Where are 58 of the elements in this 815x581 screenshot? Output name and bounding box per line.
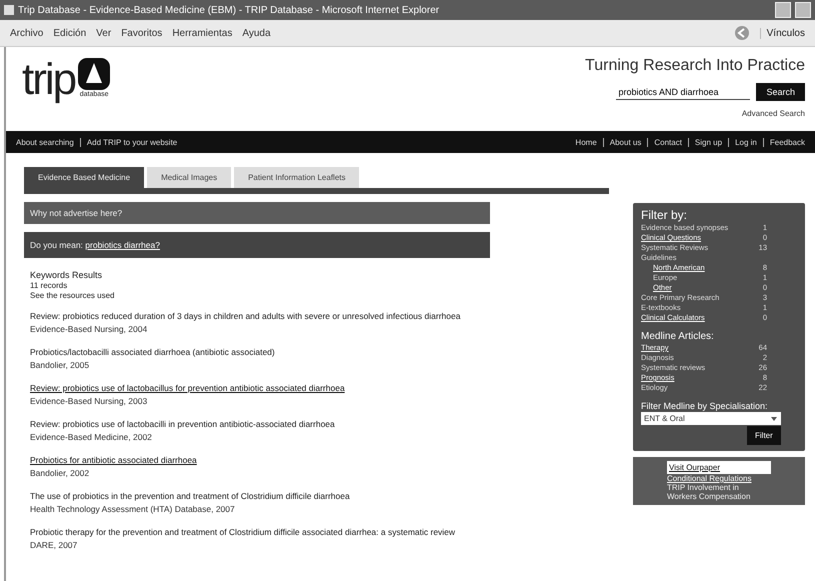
- tab[interactable]: Evidence Based Medicine: [24, 167, 144, 188]
- menu-item[interactable]: Favoritos: [121, 28, 162, 38]
- caret-icon: [770, 414, 778, 422]
- result-title[interactable]: Review: probiotics use of lactobacilli in prevention antibiotic-associated diarrhoea: [30, 418, 484, 431]
- tagline: Turning Research Into Practice: [585, 57, 805, 75]
- suggestion-link[interactable]: probiotics diarrhea?: [85, 240, 160, 250]
- medline-heading: Medline Articles:: [641, 331, 715, 342]
- result-source: Health Technology Assessment (HTA) Database, 2007: [30, 503, 236, 516]
- logo-text: trip: [22, 57, 76, 103]
- specialisation-dropdown[interactable]: ENT & Oral: [641, 412, 781, 425]
- result-source: Evidence-Based Nursing, 2003: [30, 395, 148, 408]
- tab[interactable]: Patient Information Leaflets: [234, 167, 360, 188]
- specialisation-heading: Filter Medline by Specialisation:: [641, 401, 769, 411]
- filter-heading: Filter by:: [641, 208, 688, 222]
- menu-item[interactable]: Herramientas: [172, 28, 232, 38]
- menu-item[interactable]: Archivo: [10, 28, 44, 38]
- promo-link[interactable]: Conditional Regulations: [667, 474, 805, 483]
- maximize-button[interactable]: [795, 2, 811, 18]
- search-button[interactable]: Search: [756, 83, 805, 101]
- nav-link[interactable]: Sign up: [688, 138, 722, 146]
- nav-link[interactable]: Feedback: [762, 138, 805, 146]
- filter-button[interactable]: Filter: [747, 426, 781, 445]
- result-title[interactable]: The use of probiotics in the prevention and treatment of Clostridium difficile diarrhoea: [30, 490, 484, 503]
- promo-text: Workers Compensation: [667, 492, 752, 501]
- resources-text: See the resources used: [30, 291, 116, 300]
- nav-link[interactable]: Add TRIP to your website: [80, 138, 178, 146]
- result-title[interactable]: Probiotics/lactobacilli associated diarrhoea (antibiotic associated): [30, 346, 484, 359]
- result-source: Evidence-Based Medicine, 2002: [30, 431, 153, 444]
- nav-link[interactable]: About us: [602, 138, 642, 146]
- notice-banner: Why not advertise here?: [24, 202, 490, 224]
- results-heading: Keywords Results: [30, 270, 104, 280]
- nav-link[interactable]: Home: [575, 138, 597, 146]
- record-count: 11 records: [30, 281, 68, 290]
- back-icon[interactable]: [734, 25, 750, 41]
- app-icon: [4, 5, 14, 15]
- result-source: Bandolier, 2005: [30, 359, 90, 372]
- menu-item[interactable]: Ayuda: [242, 28, 271, 38]
- result-source: DARE, 2007: [30, 539, 78, 552]
- result-title[interactable]: Probiotics for antibiotic associated diarrhoea: [30, 454, 484, 467]
- nav-link[interactable]: Contact: [647, 138, 682, 146]
- minimize-button[interactable]: [775, 2, 791, 18]
- tab[interactable]: Medical Images: [147, 167, 232, 188]
- menu-item[interactable]: Ver: [96, 28, 112, 38]
- advanced-search-link[interactable]: Advanced Search: [742, 109, 805, 118]
- links-label[interactable]: Vínculos: [760, 28, 805, 38]
- window-title: Trip Database - Evidence-Based Medicine (EBM) - TRIP Database - Microsoft Internet Explorer: [18, 4, 440, 16]
- menu-item[interactable]: Edición: [53, 28, 86, 38]
- result-title[interactable]: Review: probiotics reduced duration of 3 days in children and adults with severe or unresolved infectious diarrhoea: [30, 310, 484, 323]
- result-source: Evidence-Based Nursing, 2004: [30, 323, 148, 336]
- nav-link[interactable]: About searching: [16, 138, 74, 146]
- nav-link[interactable]: Log in: [728, 138, 757, 146]
- notice-banner: Do you mean: probiotics diarrhea?: [24, 232, 490, 258]
- result-title[interactable]: Probiotic therapy for the prevention and treatment of Clostridium difficile associated diarrhea: a systematic review: [30, 526, 484, 539]
- result-source: Bandolier, 2002: [30, 467, 90, 480]
- result-title[interactable]: Review: probiotics use of lactobacillus for prevention antibiotic associated diarrhoea: [30, 382, 484, 395]
- logo-icon: [77, 57, 112, 91]
- promo-text: TRIP Involvement in: [667, 483, 740, 492]
- promo-heading[interactable]: Visit Ourpaper: [667, 461, 771, 474]
